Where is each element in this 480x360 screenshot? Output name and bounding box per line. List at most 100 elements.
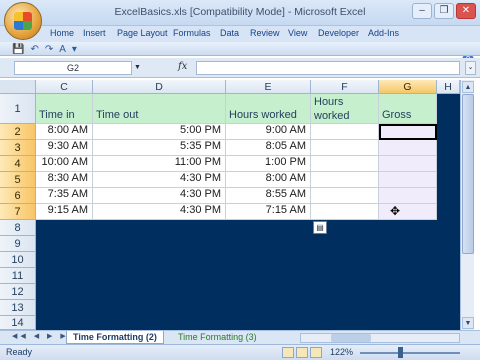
row-header-3[interactable]: 3 (0, 140, 36, 156)
expand-formula-bar-icon[interactable]: ⌄ (465, 61, 476, 75)
zoom-slider-thumb[interactable] (398, 347, 403, 358)
row-header-5[interactable]: 5 (0, 172, 36, 188)
font-color-icon[interactable]: A (59, 44, 66, 55)
horizontal-scrollbar[interactable] (300, 333, 460, 343)
cell-f3[interactable] (311, 140, 379, 156)
column-header-h[interactable]: H (437, 80, 460, 94)
scroll-up-icon[interactable]: ▲ (462, 81, 474, 93)
redo-icon[interactable]: ↷ (45, 44, 53, 55)
tab-view[interactable]: View (288, 28, 307, 38)
cell-e4[interactable]: 1:00 PM (226, 156, 311, 172)
column-header-d[interactable]: D (93, 80, 226, 94)
row-header-14[interactable]: 14 (0, 316, 36, 330)
cell-e3[interactable]: 8:05 AM (226, 140, 311, 156)
mouse-cursor-icon: ✥ (390, 204, 401, 218)
tab-home[interactable]: Home (50, 28, 74, 38)
minimize-button[interactable]: – (412, 3, 432, 19)
cell-c2[interactable]: 8:00 AM (36, 124, 93, 140)
normal-view-icon[interactable] (282, 347, 294, 358)
name-box[interactable]: G2 ▼ (14, 61, 141, 75)
cell-g3[interactable] (379, 140, 437, 156)
row-header-12[interactable]: 12 (0, 284, 36, 300)
scroll-down-icon[interactable]: ▼ (462, 317, 474, 329)
cell-d6[interactable]: 4:30 PM (93, 188, 226, 204)
status-text: Ready (6, 347, 33, 357)
cell-g4[interactable] (379, 156, 437, 172)
horizontal-scroll-thumb[interactable] (331, 334, 371, 342)
zoom-level[interactable]: 122% (330, 347, 353, 357)
row-header-11[interactable]: 11 (0, 268, 36, 284)
page-layout-view-icon[interactable] (296, 347, 308, 358)
cell-f2[interactable] (311, 124, 379, 140)
page-break-view-icon[interactable] (310, 347, 322, 358)
cell-g5[interactable] (379, 172, 437, 188)
row-header-9[interactable]: 9 (0, 236, 36, 252)
cell-f1-line2: worked (314, 110, 350, 122)
cell-e7[interactable]: 7:15 AM (226, 204, 311, 220)
zoom-slider[interactable] (360, 352, 460, 354)
tab-developer[interactable]: Developer (318, 28, 359, 38)
cell-f1[interactable]: Hours worked (311, 94, 379, 124)
tab-formulas[interactable]: Formulas (173, 28, 211, 38)
cell-d2[interactable]: 5:00 PM (93, 124, 226, 140)
cell-d1[interactable]: Time out (93, 94, 226, 124)
window-title: ExcelBasics.xls [Compatibility Mode] - M… (114, 6, 366, 18)
sheet-tab-time-formatting-3[interactable]: Time Formatting (3) (172, 331, 263, 344)
cell-c4[interactable]: 10:00 AM (36, 156, 93, 172)
row-header-2[interactable]: 2 (0, 124, 36, 140)
cell-c1[interactable]: Time in (36, 94, 93, 124)
cell-e6[interactable]: 8:55 AM (226, 188, 311, 204)
vertical-scrollbar[interactable]: ▲ ▼ (460, 80, 474, 330)
cell-c3[interactable]: 9:30 AM (36, 140, 93, 156)
tab-review[interactable]: Review (250, 28, 280, 38)
restore-button[interactable]: ❐ (434, 3, 454, 19)
cell-d3[interactable]: 5:35 PM (93, 140, 226, 156)
cell-c7[interactable]: 9:15 AM (36, 204, 93, 220)
office-button[interactable] (4, 2, 42, 40)
save-icon[interactable]: 💾 (12, 44, 24, 55)
cell-d5[interactable]: 4:30 PM (93, 172, 226, 188)
cell-e1[interactable]: Hours worked (226, 94, 311, 124)
formula-input[interactable] (196, 61, 460, 75)
cell-e2[interactable]: 9:00 AM (226, 124, 311, 140)
sheet-tab-time-formatting-2[interactable]: Time Formatting (2) (66, 331, 164, 344)
tab-insert[interactable]: Insert (83, 28, 106, 38)
cell-f4[interactable] (311, 156, 379, 172)
cell-c5[interactable]: 8:30 AM (36, 172, 93, 188)
column-header-g[interactable]: G (379, 80, 437, 94)
scroll-thumb[interactable] (462, 94, 474, 254)
column-header-c[interactable]: C (36, 80, 93, 94)
cell-f7[interactable] (311, 204, 379, 220)
cell-f5[interactable] (311, 172, 379, 188)
undo-icon[interactable]: ↶ (30, 44, 38, 55)
row-header-13[interactable]: 13 (0, 300, 36, 316)
chevron-down-icon[interactable]: ▼ (134, 62, 141, 74)
cell-g1[interactable]: Gross (379, 94, 437, 124)
tab-data[interactable]: Data (220, 28, 239, 38)
cell-g7[interactable] (379, 204, 437, 220)
cell-g2[interactable] (379, 124, 437, 140)
cell-d4[interactable]: 11:00 PM (93, 156, 226, 172)
cell-c6[interactable]: 7:35 AM (36, 188, 93, 204)
column-header-f[interactable]: F (311, 80, 379, 94)
row-header-1[interactable]: 1 (0, 94, 36, 124)
row-header-4[interactable]: 4 (0, 156, 36, 172)
cell-e5[interactable]: 8:00 AM (226, 172, 311, 188)
cell-g6[interactable] (379, 188, 437, 204)
office-logo-icon (14, 12, 32, 30)
row-header-10[interactable]: 10 (0, 252, 36, 268)
tab-add-ins[interactable]: Add-Ins (368, 28, 399, 38)
customize-toolbar-icon[interactable]: ▾ (72, 44, 77, 55)
worksheet-grid: C D E F G H 1 2 3 4 5 6 7 8 9 10 11 12 1… (0, 80, 460, 330)
paste-options-icon[interactable]: ▤ (313, 221, 327, 234)
tab-page-layout[interactable]: Page Layout (117, 28, 168, 38)
select-all-corner[interactable] (0, 80, 36, 94)
cell-f6[interactable] (311, 188, 379, 204)
close-button[interactable]: ✕ (456, 3, 476, 19)
row-header-6[interactable]: 6 (0, 188, 36, 204)
column-header-e[interactable]: E (226, 80, 311, 94)
cell-d7[interactable]: 4:30 PM (93, 204, 226, 220)
row-header-7[interactable]: 7 (0, 204, 36, 220)
insert-function-icon[interactable]: fx (178, 61, 187, 72)
row-header-8[interactable]: 8 (0, 220, 36, 236)
